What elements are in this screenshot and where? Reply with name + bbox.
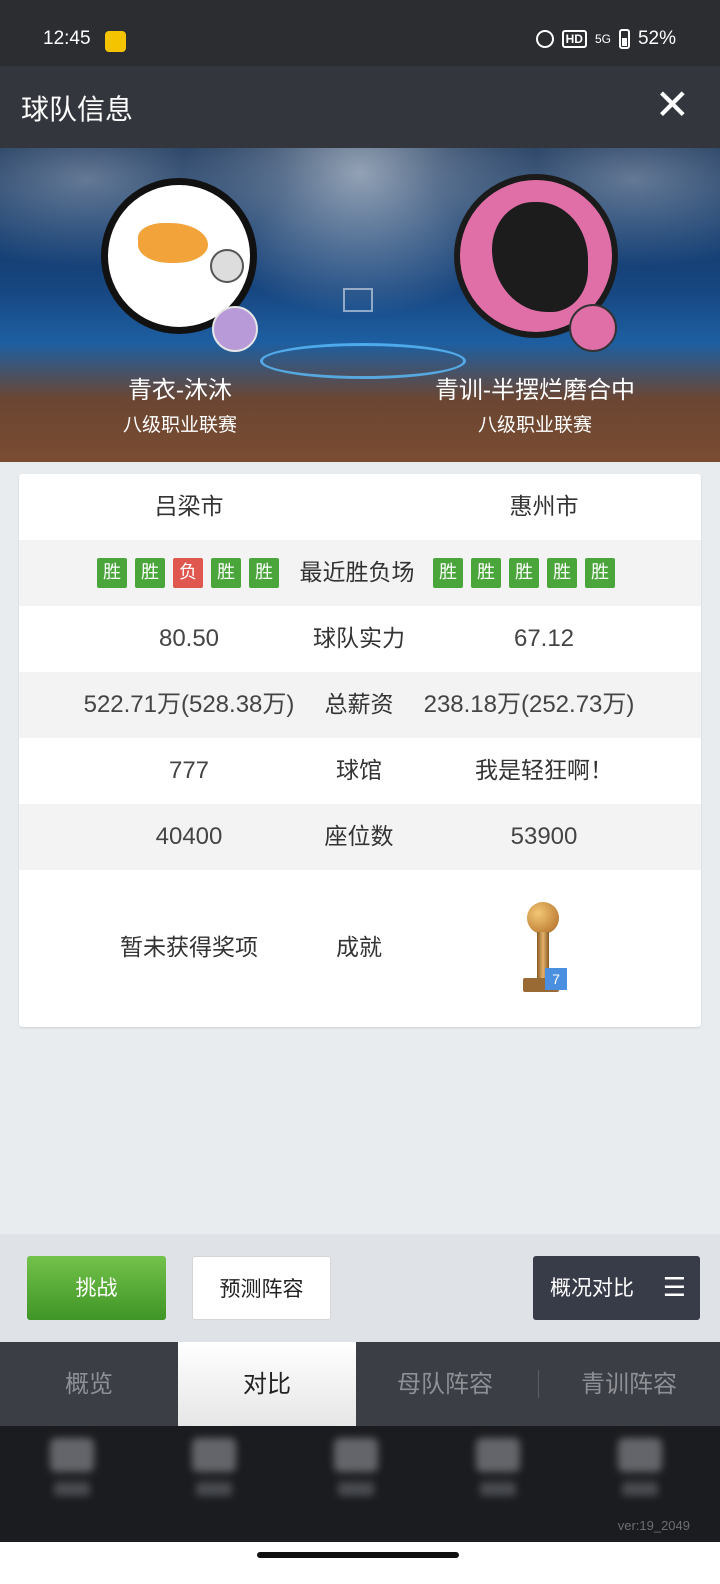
right-parent-team-badge xyxy=(569,304,617,352)
right-arena: 我是轻狂啊！ xyxy=(475,758,613,784)
predict-lineup-button[interactable]: 预测阵容 xyxy=(192,1256,331,1320)
right-result-4: 胜 xyxy=(547,558,577,588)
tab-overview[interactable]: 概览 xyxy=(0,1342,178,1426)
strength-row: 80.50 球队实力 67.12 xyxy=(19,606,701,672)
bottom-nav-item-1[interactable] xyxy=(42,1438,102,1508)
compare-card: 吕梁市 惠州市 胜 胜 负 胜 胜 最近胜负场 胜 胜 胜 胜 胜 80.50 … xyxy=(19,474,701,1027)
battery-icon xyxy=(618,29,630,49)
action-bar: 挑战 预测阵容 概况对比 ☰ xyxy=(0,1234,720,1342)
arena-label: 球馆 xyxy=(336,758,382,784)
left-team-name: 青衣-沐沐 xyxy=(127,376,233,404)
team-hero-banner: 青衣-沐沐 青训-半摆烂磨合中 八级职业联赛 八级职业联赛 xyxy=(0,148,720,462)
left-result-1: 胜 xyxy=(97,558,127,588)
recent-results-label: 最近胜负场 xyxy=(299,560,415,586)
right-team-league: 八级职业联赛 xyxy=(477,414,592,436)
achievement-label: 成就 xyxy=(336,935,382,961)
hoop-graphic xyxy=(343,288,373,312)
trophy-ball xyxy=(527,902,559,934)
right-strength: 67.12 xyxy=(513,625,575,652)
dragon-mascot-icon xyxy=(492,202,588,312)
left-result-4: 胜 xyxy=(211,558,241,588)
home-indicator-bar xyxy=(0,1542,720,1584)
bottom-nav: ver:19_2049 xyxy=(0,1426,720,1542)
left-salary: 522.71万(528.38万) xyxy=(83,691,295,718)
seats-row: 40400 座位数 53900 xyxy=(19,804,701,870)
tab-parent-roster[interactable]: 母队阵容 xyxy=(356,1342,534,1426)
achievement-row: 暂未获得奖项 成就 xyxy=(19,870,701,1027)
overview-compare-button[interactable]: 概况对比 ☰ xyxy=(533,1256,700,1320)
trophy-count-badge: 7 xyxy=(545,968,567,990)
recent-results-row: 胜 胜 负 胜 胜 最近胜负场 胜 胜 胜 胜 胜 xyxy=(19,540,701,606)
left-team-league: 八级职业联赛 xyxy=(122,414,237,436)
status-right: HD 5G 52% xyxy=(535,28,676,50)
overview-compare-label: 概况对比 xyxy=(550,1276,634,1300)
left-result-5: 胜 xyxy=(249,558,279,588)
strength-label: 球队实力 xyxy=(313,626,405,652)
right-result-5: 胜 xyxy=(585,558,615,588)
signal-icon: 5G xyxy=(594,32,611,46)
bottom-nav-item-4[interactable] xyxy=(468,1438,528,1508)
status-time: 12:45 xyxy=(43,28,91,49)
left-result-2: 胜 xyxy=(135,558,165,588)
version-label: ver:19_2049 xyxy=(617,1518,690,1533)
title-bar: 球队信息 ✕ xyxy=(0,66,720,148)
page-title: 球队信息 xyxy=(21,93,134,126)
right-salary: 238.18万(252.73万) xyxy=(423,691,635,718)
bottom-nav-item-5[interactable] xyxy=(610,1438,670,1508)
right-result-1: 胜 xyxy=(433,558,463,588)
salary-row: 522.71万(528.38万) 总薪资 238.18万(252.73万) xyxy=(19,672,701,738)
right-seats: 53900 xyxy=(510,823,578,850)
fox-mascot-icon xyxy=(138,223,208,263)
bottom-nav-item-2[interactable] xyxy=(184,1438,244,1508)
close-icon[interactable]: ✕ xyxy=(655,80,690,130)
salary-label: 总薪资 xyxy=(324,692,394,718)
left-city: 吕梁市 xyxy=(154,494,224,520)
hd-icon: HD xyxy=(561,30,587,48)
right-city: 惠州市 xyxy=(509,494,579,520)
alarm-icon xyxy=(535,30,554,48)
basketball-icon xyxy=(210,249,244,283)
right-result-2: 胜 xyxy=(471,558,501,588)
status-bar: 12:45 HD 5G 52% xyxy=(0,0,720,66)
seats-label: 座位数 xyxy=(324,824,394,850)
trophy-icon[interactable]: 7 xyxy=(513,902,569,1002)
challenge-button[interactable]: 挑战 xyxy=(27,1256,166,1320)
home-indicator[interactable] xyxy=(257,1552,459,1558)
right-team-name: 青训-半摆烂磨合中 xyxy=(434,376,636,404)
notification-icon xyxy=(105,31,126,52)
city-row: 吕梁市 惠州市 xyxy=(19,474,701,540)
tab-compare[interactable]: 对比 xyxy=(178,1342,356,1426)
right-result-3: 胜 xyxy=(509,558,539,588)
battery-percent: 52% xyxy=(637,28,676,49)
tab-bar: 概览 对比 母队阵容 青训阵容 xyxy=(0,1342,720,1426)
menu-icon: ☰ xyxy=(662,1273,686,1303)
arena-row: 777 球馆 我是轻狂啊！ xyxy=(19,738,701,804)
left-result-3: 负 xyxy=(173,558,203,588)
left-parent-team-badge xyxy=(212,306,258,352)
bottom-nav-item-3[interactable] xyxy=(326,1438,386,1508)
tab-youth-roster[interactable]: 青训阵容 xyxy=(538,1342,720,1426)
